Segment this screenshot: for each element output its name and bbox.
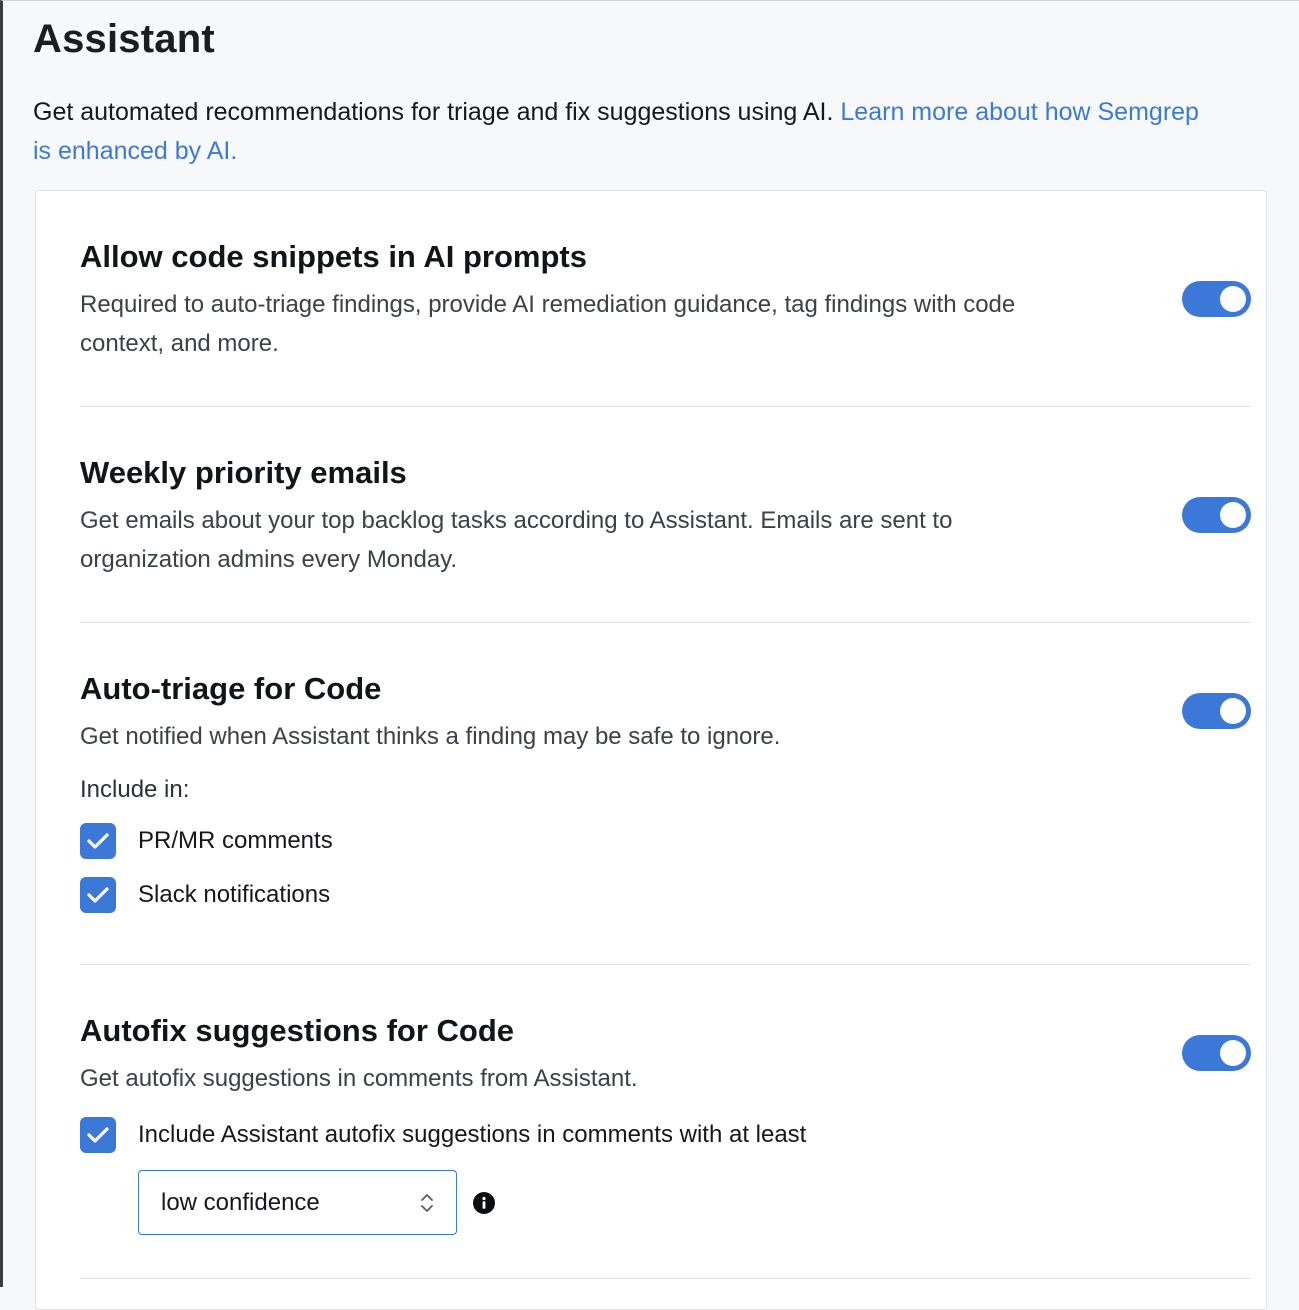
section-description: Get notified when Assistant thinks a fin… — [80, 723, 781, 750]
pr-mr-comments-label: PR/MR comments — [138, 827, 333, 854]
checkmark-icon — [87, 1127, 109, 1143]
option-autofix-comments: Include Assistant autofix suggestions in… — [80, 1116, 1251, 1154]
assistant-settings-page: Assistant Get automated recommendations … — [0, 0, 1299, 1310]
auto-triage-toggle[interactable] — [1182, 693, 1251, 729]
section-description: Get autofix suggestions in comments from… — [80, 1065, 638, 1092]
section-auto-triage: Auto-triage for Code Get notified when A… — [80, 623, 1251, 965]
section-weekly-emails: Weekly priority emails Get emails about … — [80, 407, 1251, 623]
info-glyph — [482, 1196, 486, 1209]
section-title: Auto-triage for Code — [80, 671, 382, 706]
section-title: Weekly priority emails — [80, 455, 407, 490]
settings-card: Allow code snippets in AI prompts Requir… — [35, 190, 1267, 1310]
autofix-comments-checkbox[interactable] — [80, 1117, 116, 1153]
info-icon[interactable] — [473, 1191, 495, 1214]
autofix-comments-label: Include Assistant autofix suggestions in… — [138, 1121, 807, 1148]
section-description: Required to auto-triage findings, provid… — [80, 291, 1016, 357]
option-pr-mr-comments: PR/MR comments — [80, 822, 1251, 860]
toggle-knob — [1220, 1040, 1246, 1066]
section-code-snippets: Allow code snippets in AI prompts Requir… — [80, 191, 1251, 407]
slack-notifications-checkbox[interactable] — [80, 877, 116, 913]
pr-mr-comments-checkbox[interactable] — [80, 823, 116, 859]
include-in-label: Include in: — [80, 776, 190, 803]
section-title: Autofix suggestions for Code — [80, 1013, 514, 1048]
confidence-select-value: low confidence — [161, 1188, 320, 1216]
toggle-knob — [1220, 502, 1246, 528]
toggle-knob — [1220, 286, 1246, 312]
autofix-toggle[interactable] — [1182, 1035, 1251, 1071]
confidence-row: low confidence — [138, 1170, 1251, 1235]
option-slack-notifications: Slack notifications — [80, 876, 1251, 914]
intro-text: Get automated recommendations for triage… — [33, 93, 1223, 171]
page-title: Assistant — [33, 17, 215, 61]
checkmark-icon — [87, 887, 109, 903]
toggle-knob — [1220, 698, 1246, 724]
checkmark-icon — [87, 833, 109, 849]
code-snippets-toggle[interactable] — [1182, 281, 1251, 317]
section-description: Get emails about your top backlog tasks … — [80, 507, 953, 573]
select-chevron-icon — [421, 1193, 433, 1212]
slack-notifications-label: Slack notifications — [138, 881, 331, 908]
intro-description: Get automated recommendations for triage… — [33, 98, 834, 126]
section-autofix: Autofix suggestions for Code Get autofix… — [80, 965, 1251, 1279]
weekly-emails-toggle[interactable] — [1182, 497, 1251, 533]
section-title: Allow code snippets in AI prompts — [80, 239, 587, 274]
confidence-select[interactable]: low confidence — [138, 1170, 457, 1235]
